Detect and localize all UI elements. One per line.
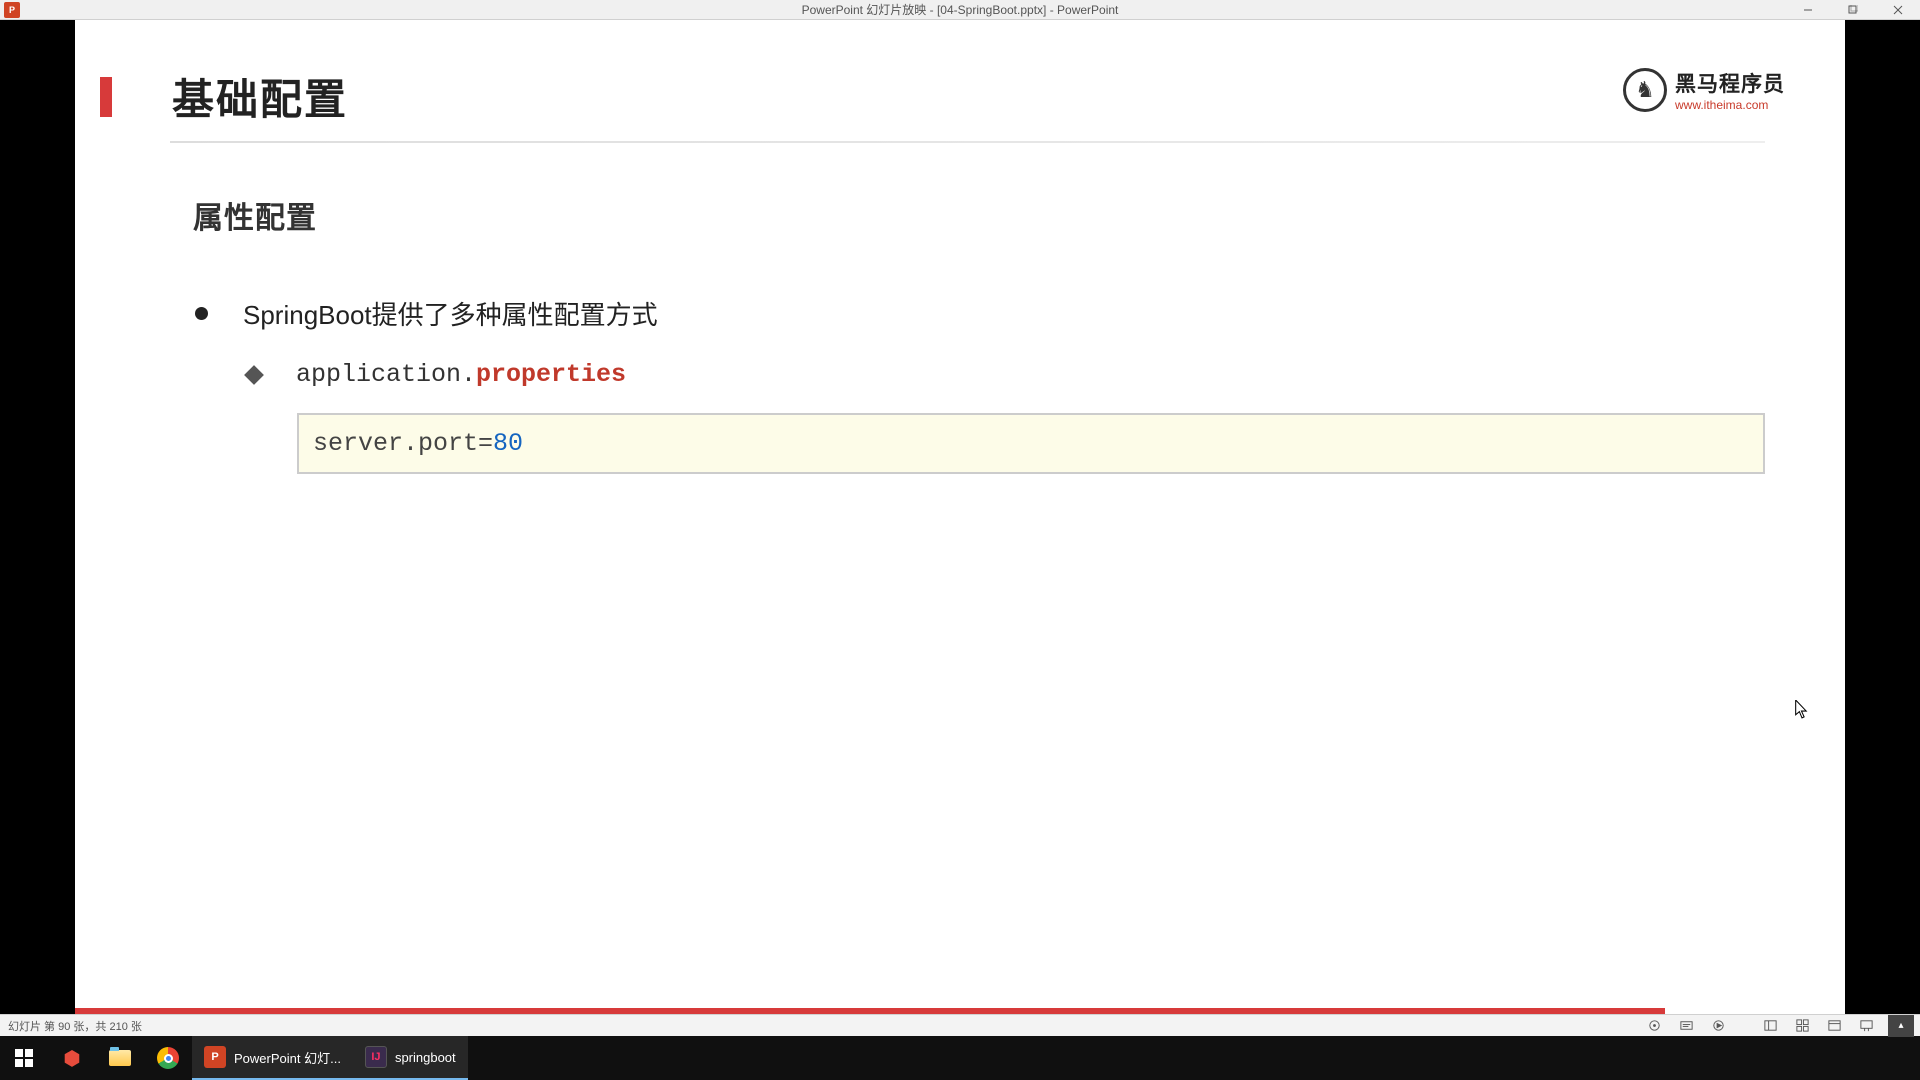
close-button[interactable] (1875, 0, 1920, 20)
presenter-view-button[interactable] (1704, 1017, 1732, 1035)
logo-text-box: 黑马程序员 www.itheima.com (1675, 68, 1785, 112)
taskbar-intellij[interactable]: IJ springboot (353, 1036, 468, 1080)
bullet-row-1: SpringBoot提供了多种属性配置方式 (195, 295, 1845, 332)
slideshow-view-button[interactable] (1852, 1017, 1880, 1035)
chrome-button[interactable] (144, 1036, 192, 1080)
taskbar: ⬢ P PowerPoint 幻灯... IJ springboot (0, 1036, 1920, 1080)
reading-view-button[interactable] (1820, 1017, 1848, 1035)
intellij-taskbar-icon: IJ (365, 1046, 387, 1068)
slide-subheading: 属性配置 (193, 193, 1845, 237)
heading-accent-bar (100, 77, 112, 117)
start-button[interactable] (0, 1036, 48, 1080)
diamond-marker (244, 365, 264, 385)
code-block: server.port=80 (297, 413, 1765, 474)
diamond-text-1: application.properties (296, 360, 626, 389)
slide-counter: 幻灯片 第 90 张，共 210 张 (6, 1018, 142, 1034)
minimize-button[interactable] (1785, 0, 1830, 20)
logo-text: 黑马程序员 (1675, 68, 1785, 98)
slide: 基础配置 ♞ 黑马程序员 www.itheima.com 属性配置 Spring… (75, 20, 1845, 1014)
powerpoint-taskbar-icon: P (204, 1046, 226, 1068)
taskbar-ppt-label: PowerPoint 幻灯... (234, 1048, 341, 1067)
logo-block: ♞ 黑马程序员 www.itheima.com (1623, 68, 1785, 112)
statusbar-right: ▴ (1640, 1015, 1914, 1037)
normal-view-button[interactable] (1756, 1017, 1784, 1035)
slide-heading: 基础配置 (172, 66, 348, 127)
heading-underline (170, 141, 1765, 143)
diamond-row-1: application.properties (247, 360, 1845, 389)
diamond-prefix: application. (296, 360, 476, 389)
window-title: PowerPoint 幻灯片放映 - [04-SpringBoot.pptx] … (802, 1, 1119, 18)
taskbar-app-1[interactable]: ⬢ (48, 1036, 96, 1080)
file-explorer-button[interactable] (96, 1036, 144, 1080)
slideshow-viewport[interactable]: 基础配置 ♞ 黑马程序员 www.itheima.com 属性配置 Spring… (0, 20, 1920, 1014)
slide-bottom-bar (75, 1008, 1845, 1014)
heading-row: 基础配置 (75, 66, 1845, 127)
code-value: 80 (493, 429, 523, 458)
subtitle-button[interactable] (1672, 1017, 1700, 1035)
window-titlebar: P PowerPoint 幻灯片放映 - [04-SpringBoot.pptx… (0, 0, 1920, 20)
diamond-emph: properties (476, 360, 626, 389)
maximize-button[interactable] (1830, 0, 1875, 20)
taskbar-powerpoint[interactable]: P PowerPoint 幻灯... (192, 1036, 353, 1080)
sorter-view-button[interactable] (1788, 1017, 1816, 1035)
more-options-button[interactable]: ▴ (1888, 1015, 1914, 1037)
slide-bottom-bar-gap (1665, 1008, 1845, 1014)
powerpoint-icon: P (4, 2, 20, 18)
pen-tool-button[interactable] (1640, 1017, 1668, 1035)
statusbar: 幻灯片 第 90 张，共 210 张 ▴ (0, 1014, 1920, 1036)
logo-icon: ♞ (1623, 68, 1667, 112)
logo-url: www.itheima.com (1675, 98, 1785, 112)
code-prefix: server.port= (313, 429, 493, 458)
taskbar-ide-label: springboot (395, 1050, 456, 1065)
bullet-text-1: SpringBoot提供了多种属性配置方式 (243, 295, 658, 332)
bullet-marker (195, 307, 208, 320)
window-controls (1785, 0, 1920, 20)
titlebar-left: P (0, 2, 20, 18)
